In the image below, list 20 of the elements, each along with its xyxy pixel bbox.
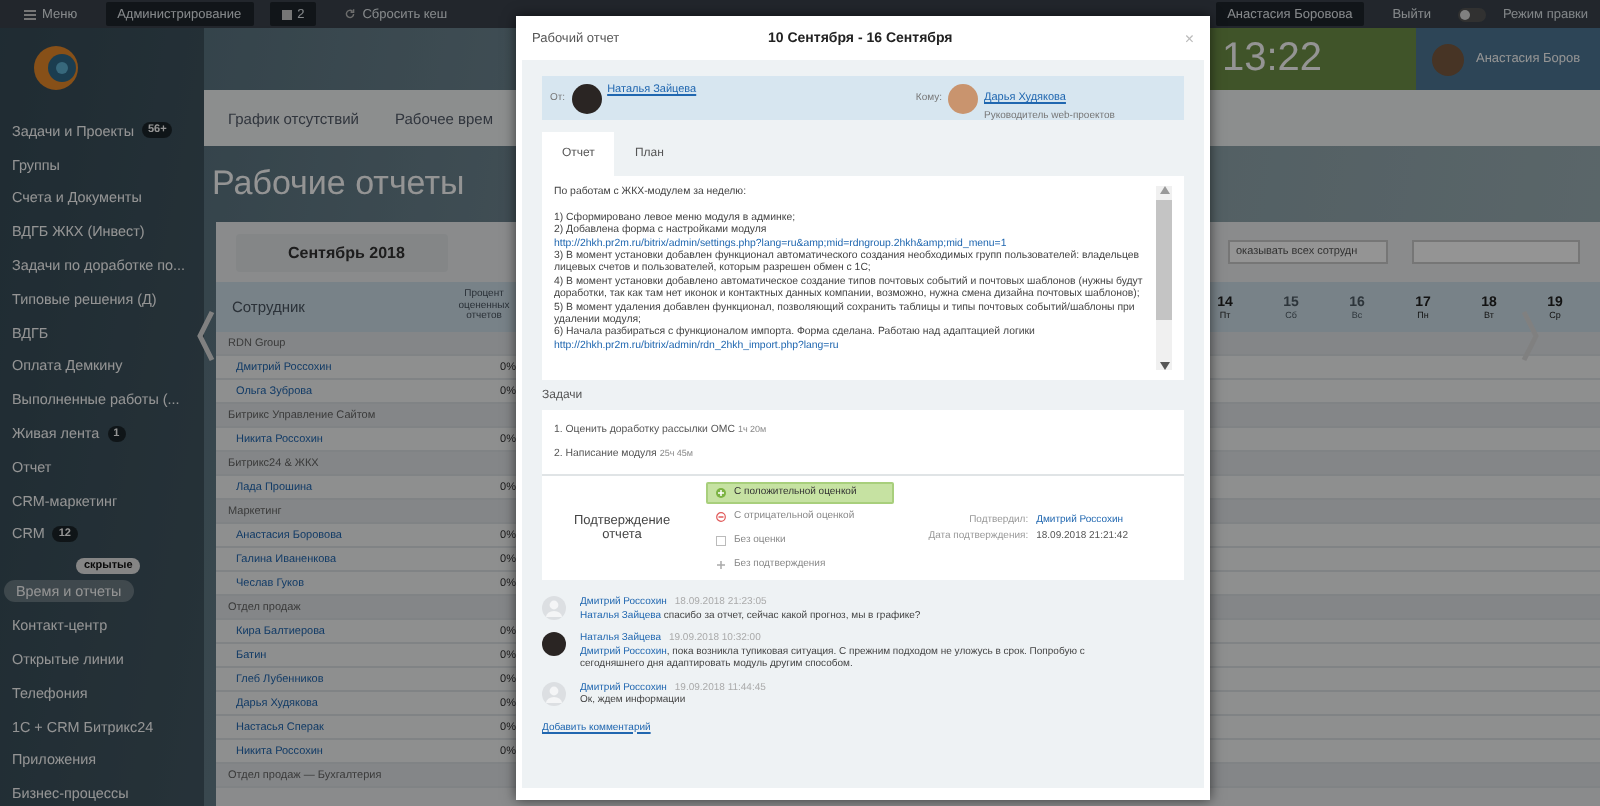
- square-icon: [281, 9, 292, 19]
- plus-icon: [716, 487, 726, 497]
- scroll-down-icon[interactable]: [1159, 362, 1169, 370]
- avatar: [948, 83, 978, 113]
- checkbox-icon: [716, 535, 726, 545]
- minus-icon: [716, 511, 726, 521]
- avatar: [571, 83, 602, 113]
- page-title: Рабочие отчеты: [212, 164, 465, 204]
- month-selector[interactable]: Сентябрь 2018: [236, 233, 449, 271]
- edit-mode-toggle[interactable]: [1458, 7, 1487, 21]
- scroll-up-icon[interactable]: [1159, 186, 1169, 194]
- scrollbar-thumb[interactable]: [1156, 200, 1172, 320]
- plus-icon: [716, 559, 726, 569]
- logo-icon: [32, 44, 80, 92]
- chevron-left-icon[interactable]: [196, 310, 216, 362]
- menu-icon: [24, 9, 36, 19]
- clock-time: 13:22: [1222, 36, 1323, 82]
- avatar: [1432, 43, 1464, 75]
- dropdown[interactable]: [1412, 240, 1580, 264]
- refresh-icon: [344, 8, 357, 20]
